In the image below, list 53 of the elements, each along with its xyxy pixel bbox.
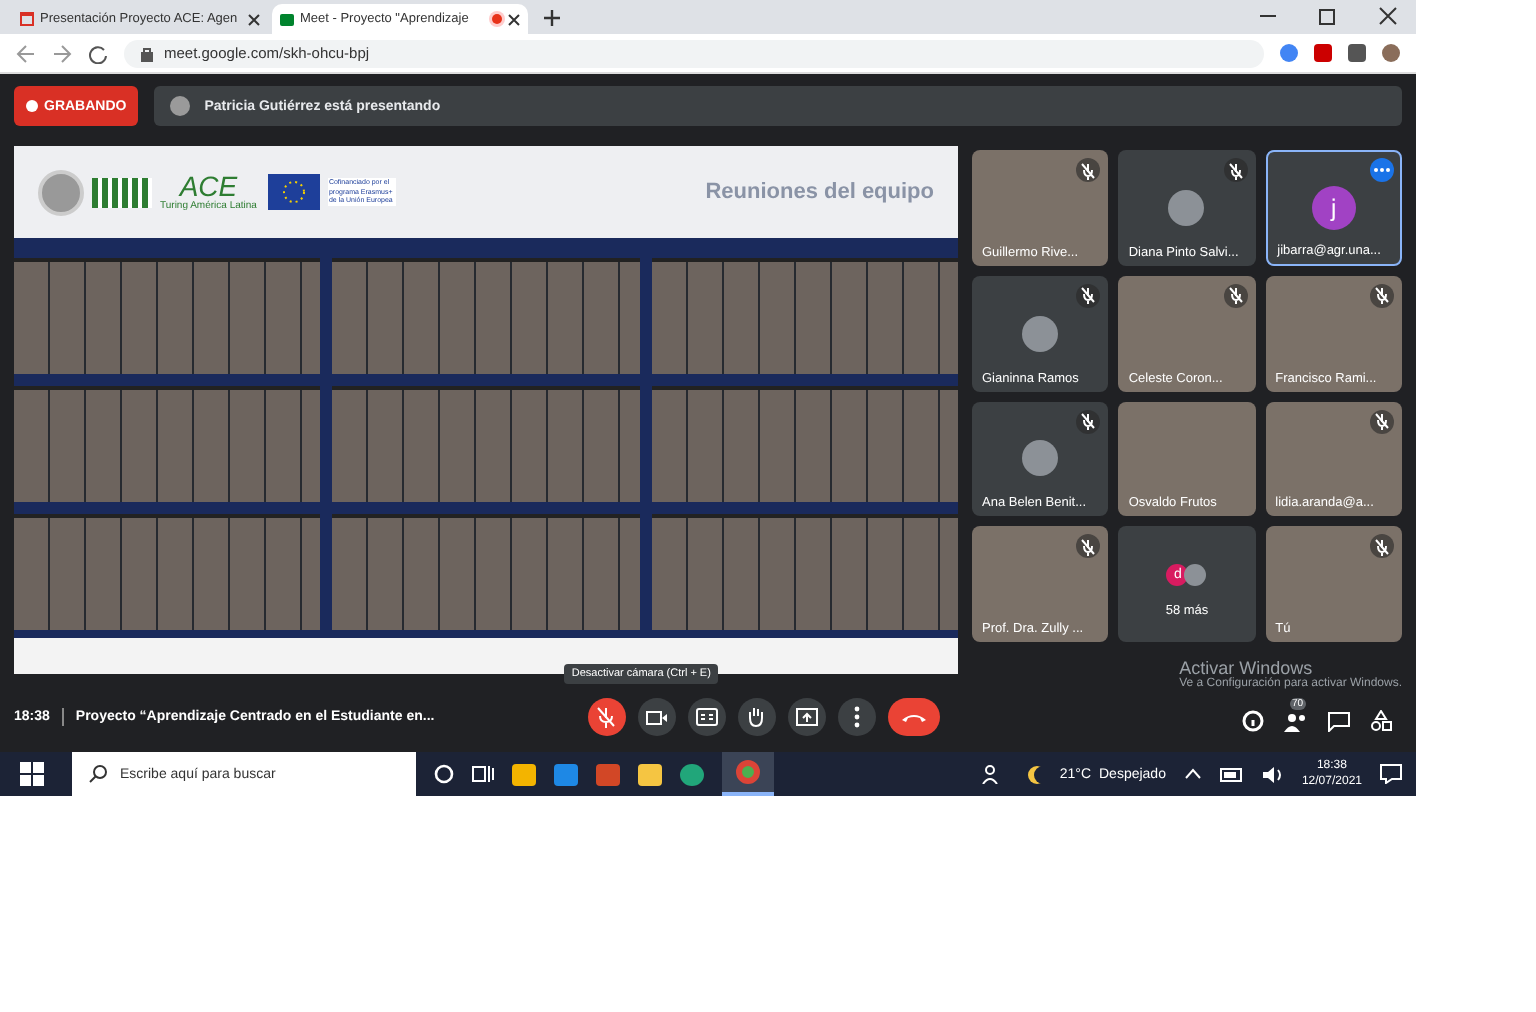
avatar-icon [1184,563,1207,586]
lock-icon [140,45,154,61]
speaker-icon[interactable] [1261,765,1284,783]
people-icon[interactable] [981,764,1004,784]
back-arrow-icon[interactable] [16,43,36,63]
close-icon[interactable] [248,13,260,25]
microphone-button[interactable] [587,698,626,736]
people-icon[interactable] [1284,711,1308,731]
seal-logo-icon [38,169,84,215]
avatar-icon [1022,315,1059,352]
chevron-up-icon[interactable] [1183,768,1202,780]
restore-icon[interactable] [1318,6,1338,26]
camera-icon [645,709,668,725]
cortana-circle-icon[interactable] [434,764,454,784]
microphone-icon [596,706,617,728]
more-options-icon[interactable] [1370,158,1394,182]
avatar-icon[interactable] [1382,44,1400,62]
notifications-icon[interactable] [1380,764,1402,784]
close-icon[interactable] [1378,6,1398,26]
present-screen-icon [795,708,818,726]
avatar-icon [170,96,191,116]
vertical-dots-icon [853,706,860,728]
forward-arrow-icon[interactable] [52,43,72,63]
more-options-button[interactable] [837,698,876,736]
activation-title: Activar Windows [1179,658,1313,678]
phone-hangup-icon [899,711,928,723]
eu-flag-icon [268,174,321,210]
slide-title: Reuniones del equipo [705,180,934,204]
recording-dot-icon [492,14,502,24]
search-icon [88,764,108,784]
avatar-icon [1168,189,1205,226]
leave-call-button[interactable] [887,698,940,736]
hand-icon [746,706,767,728]
task-view-icon[interactable] [472,764,494,784]
chrome-taskbar-button[interactable] [722,752,774,796]
activities-icon[interactable] [1370,710,1392,732]
favicon-icon [20,12,34,26]
logo-text: ACE [179,172,238,200]
letter-avatar: j [1311,185,1356,230]
windows-logo-icon[interactable] [20,762,44,786]
camera-button[interactable] [637,698,676,736]
raise-hand-button[interactable] [737,698,776,736]
chat-icon[interactable] [1328,711,1350,731]
present-button[interactable] [787,698,826,736]
close-icon[interactable] [508,13,520,25]
reload-icon[interactable] [88,43,108,63]
avatar-icon [1022,440,1059,477]
info-icon[interactable] [1242,710,1264,732]
captions-button[interactable] [687,698,726,736]
new-tab-icon[interactable] [544,10,560,26]
favicon-icon [280,13,294,25]
captions-icon [695,708,718,726]
battery-icon[interactable] [1219,767,1244,781]
